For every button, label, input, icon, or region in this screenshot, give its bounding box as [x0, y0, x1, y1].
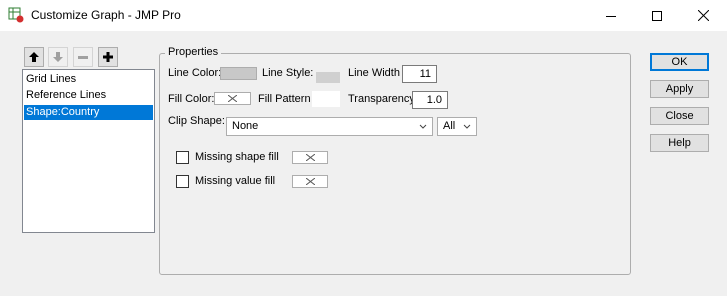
close-button[interactable]: Close [650, 107, 709, 125]
element-list[interactable]: Grid Lines Reference Lines Shape:Country [22, 69, 155, 233]
list-item-grid-lines[interactable]: Grid Lines [24, 72, 153, 87]
properties-group [159, 53, 631, 275]
plus-icon [103, 52, 113, 62]
properties-title: Properties [165, 46, 222, 58]
missing-value-fill-label: Missing value fill [195, 175, 276, 187]
fill-pattern-label: Fill Pattern [258, 93, 311, 105]
arrow-down-icon [53, 52, 63, 62]
line-color-label: Line Color: [168, 67, 222, 79]
minus-icon [78, 56, 88, 59]
move-up-button[interactable] [24, 47, 44, 67]
apply-button[interactable]: Apply [650, 80, 709, 98]
help-button[interactable]: Help [650, 134, 709, 152]
chevron-down-icon [463, 118, 471, 141]
maximize-button[interactable] [634, 0, 680, 31]
jmp-app-icon [8, 7, 24, 23]
missing-shape-fill-color[interactable] [292, 151, 328, 164]
no-color-x-icon [228, 95, 237, 102]
transparency-field[interactable]: 1.0 [412, 91, 448, 109]
missing-shape-fill-label: Missing shape fill [195, 151, 279, 163]
no-color-x-icon [305, 154, 315, 161]
fill-pattern-selector[interactable] [312, 91, 340, 107]
window-title: Customize Graph - JMP Pro [31, 8, 181, 22]
maximize-icon [652, 10, 662, 21]
close-icon [697, 10, 709, 21]
line-color-swatch[interactable] [220, 67, 257, 80]
line-style-selector[interactable] [316, 72, 340, 83]
clip-shape-dropdown[interactable]: None [226, 117, 433, 136]
transparency-label: Transparency [348, 93, 415, 105]
no-color-x-icon [305, 178, 315, 185]
clip-shape-label: Clip Shape: [168, 115, 225, 127]
clip-shape-value: None [232, 120, 259, 132]
fill-color-swatch[interactable] [214, 92, 251, 105]
ok-button[interactable]: OK [650, 53, 709, 71]
line-style-label: Line Style: [262, 67, 314, 79]
line-width-label: Line Width [348, 67, 400, 79]
remove-button[interactable] [73, 47, 93, 67]
clip-scope-dropdown[interactable]: All [437, 117, 477, 136]
minimize-icon [606, 15, 616, 17]
minimize-button[interactable] [588, 0, 634, 31]
arrow-up-icon [29, 52, 39, 62]
line-width-field[interactable]: 11 [402, 65, 437, 83]
fill-color-label: Fill Color: [168, 93, 215, 105]
close-window-button[interactable] [680, 0, 726, 31]
clip-scope-value: All [443, 120, 456, 132]
missing-shape-fill-checkbox[interactable] [176, 151, 189, 164]
list-item-reference-lines[interactable]: Reference Lines [24, 88, 153, 103]
move-down-button[interactable] [48, 47, 68, 67]
chevron-down-icon [419, 118, 427, 141]
missing-value-fill-checkbox[interactable] [176, 175, 189, 188]
list-item-shape-country[interactable]: Shape:Country [24, 105, 153, 120]
missing-value-fill-color[interactable] [292, 175, 328, 188]
add-button[interactable] [98, 47, 118, 67]
